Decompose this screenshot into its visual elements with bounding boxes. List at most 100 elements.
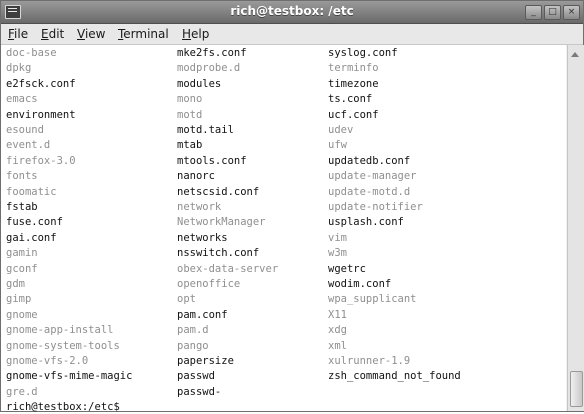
file-entry: pam.conf xyxy=(177,308,228,321)
listing-row: dpkg modprobe.d terminfo xyxy=(1,61,566,75)
file-entry: firefox-3.0 xyxy=(6,154,76,167)
file-entry: update-notifier xyxy=(328,201,423,213)
file-entry: dpkg xyxy=(6,62,32,75)
file-entry: gdm xyxy=(6,278,25,290)
file-entry: timezone xyxy=(328,77,379,90)
vertical-scrollbar[interactable] xyxy=(567,45,584,411)
close-button[interactable]: × xyxy=(563,5,580,20)
file-entry: nsswitch.conf xyxy=(177,247,260,260)
file-entry: opt xyxy=(177,293,196,306)
listing-row: gconf obex-data-server wgetrc xyxy=(1,262,566,276)
file-entry: gnome-vfs-mime-magic xyxy=(6,370,133,383)
file-entry: pango xyxy=(177,339,209,352)
terminal-output[interactable]: doc-base mke2fs.conf syslog.conf dpkg modpro… xyxy=(1,45,566,413)
file-entry: mono xyxy=(177,93,203,106)
file-entry: gnome xyxy=(6,308,38,321)
file-entry: syslog.conf xyxy=(328,47,398,59)
listing-row: firefox-3.0 mtools.conf updatedb.conf xyxy=(1,154,566,168)
file-entry: update-manager xyxy=(328,170,417,183)
file-entry: modules xyxy=(177,77,222,90)
menu-help[interactable]: Help xyxy=(182,27,209,41)
listing-row: esound motd.tail udev xyxy=(1,123,566,137)
file-entry: gre.d xyxy=(6,385,38,398)
maximize-button[interactable]: □ xyxy=(544,5,561,20)
file-entry: gai.conf xyxy=(6,231,57,244)
file-entry: usplash.conf xyxy=(328,216,404,229)
file-entry: terminfo xyxy=(328,62,379,75)
file-entry: gnome-vfs-2.0 xyxy=(6,355,89,367)
listing-row: gai.conf networks vim xyxy=(1,231,566,245)
file-entry: environment xyxy=(6,108,76,121)
file-entry: X11 xyxy=(328,308,347,321)
file-entry: networks xyxy=(177,231,228,244)
file-entry: wodim.conf xyxy=(328,278,392,290)
menu-terminal[interactable]: Terminal xyxy=(118,27,169,41)
file-entry: gimp xyxy=(6,293,32,306)
file-entry: wpa_supplicant xyxy=(328,293,417,306)
listing-row: fonts nanorc update-manager xyxy=(1,169,566,183)
file-entry: openoffice xyxy=(177,278,241,290)
listing-row: event.d mtab ufw xyxy=(1,138,566,152)
file-entry: foomatic xyxy=(6,185,57,198)
window-title: rich@testbox: /etc xyxy=(230,4,354,18)
file-entry: wgetrc xyxy=(328,262,366,275)
file-entry: fstab xyxy=(6,201,38,213)
file-entry: esound xyxy=(6,124,44,136)
listing-row: doc-base mke2fs.conf syslog.conf xyxy=(1,46,566,60)
file-entry: event.d xyxy=(6,139,51,152)
file-entry: motd.tail xyxy=(177,124,234,136)
file-entry: motd xyxy=(177,108,203,121)
file-entry: ufw xyxy=(328,139,347,152)
terminal-window: rich@testbox: /etc _ □ × File Edit View … xyxy=(0,0,584,413)
listing-row: gre.d passwd- xyxy=(1,385,566,399)
listing-row: environment motd ucf.conf xyxy=(1,108,566,122)
listing-row: foomatic netscsid.conf update-motd.d xyxy=(1,185,566,199)
file-entry: update-motd.d xyxy=(328,185,411,198)
scrollbar-thumb[interactable] xyxy=(570,371,583,407)
file-entry: ts.conf xyxy=(328,93,373,106)
file-entry: fuse.conf xyxy=(6,216,63,229)
file-entry: xulrunner-1.9 xyxy=(328,355,411,367)
listing-row: gnome pam.conf X11 xyxy=(1,308,566,322)
file-entry: xml xyxy=(328,339,347,352)
menu-edit[interactable]: Edit xyxy=(41,27,64,41)
listing-row: gimp opt wpa_supplicant xyxy=(1,292,566,306)
file-entry: ucf.conf xyxy=(328,108,379,121)
title-bar[interactable]: rich@testbox: /etc _ □ × xyxy=(1,1,583,24)
listing-row: gnome-vfs-mime-magic passwd zsh_command_no… xyxy=(1,369,566,383)
file-entry: passwd xyxy=(177,370,215,383)
file-entry: fonts xyxy=(6,170,38,183)
file-entry: pam.d xyxy=(177,324,209,337)
menu-file[interactable]: File xyxy=(8,27,28,41)
listing-row: gnome-vfs-2.0 papersize xulrunner-1.9 xyxy=(1,354,566,368)
file-entry: gnome-system-tools xyxy=(6,339,120,352)
listing-row: fstab network update-notifier xyxy=(1,200,566,214)
file-entry: udev xyxy=(328,124,354,136)
file-entry: doc-base xyxy=(6,47,57,59)
file-entry: gamin xyxy=(6,247,38,260)
listing-row: e2fsck.conf modules timezone xyxy=(1,77,566,91)
file-entry: NetworkManager xyxy=(177,216,266,229)
file-entry: emacs xyxy=(6,93,38,106)
file-entry: zsh_command_not_found xyxy=(328,370,461,383)
file-entry: updatedb.conf xyxy=(328,154,411,167)
file-entry: gconf xyxy=(6,262,38,275)
file-entry: nanorc xyxy=(177,170,215,183)
listing-row: gnome-system-tools pango xml xyxy=(1,339,566,353)
file-entry: netscsid.conf xyxy=(177,185,260,198)
file-entry: mtab xyxy=(177,139,203,152)
listing-row: gnome-app-install pam.d xdg xyxy=(1,323,566,337)
file-entry: network xyxy=(177,201,222,213)
file-entry: modprobe.d xyxy=(177,62,241,75)
menu-bar: File Edit View Terminal Help xyxy=(1,24,583,45)
minimize-button[interactable]: _ xyxy=(525,5,542,20)
file-entry: papersize xyxy=(177,355,234,367)
file-entry: mke2fs.conf xyxy=(177,47,247,59)
scroll-up-arrow-icon[interactable] xyxy=(571,52,579,57)
file-entry: vim xyxy=(328,231,347,244)
menu-view[interactable]: View xyxy=(77,27,105,41)
file-entry: mtools.conf xyxy=(177,154,247,167)
file-entry: passwd- xyxy=(177,385,222,398)
file-entry: w3m xyxy=(328,247,347,260)
listing-row: gamin nsswitch.conf w3m xyxy=(1,246,566,260)
